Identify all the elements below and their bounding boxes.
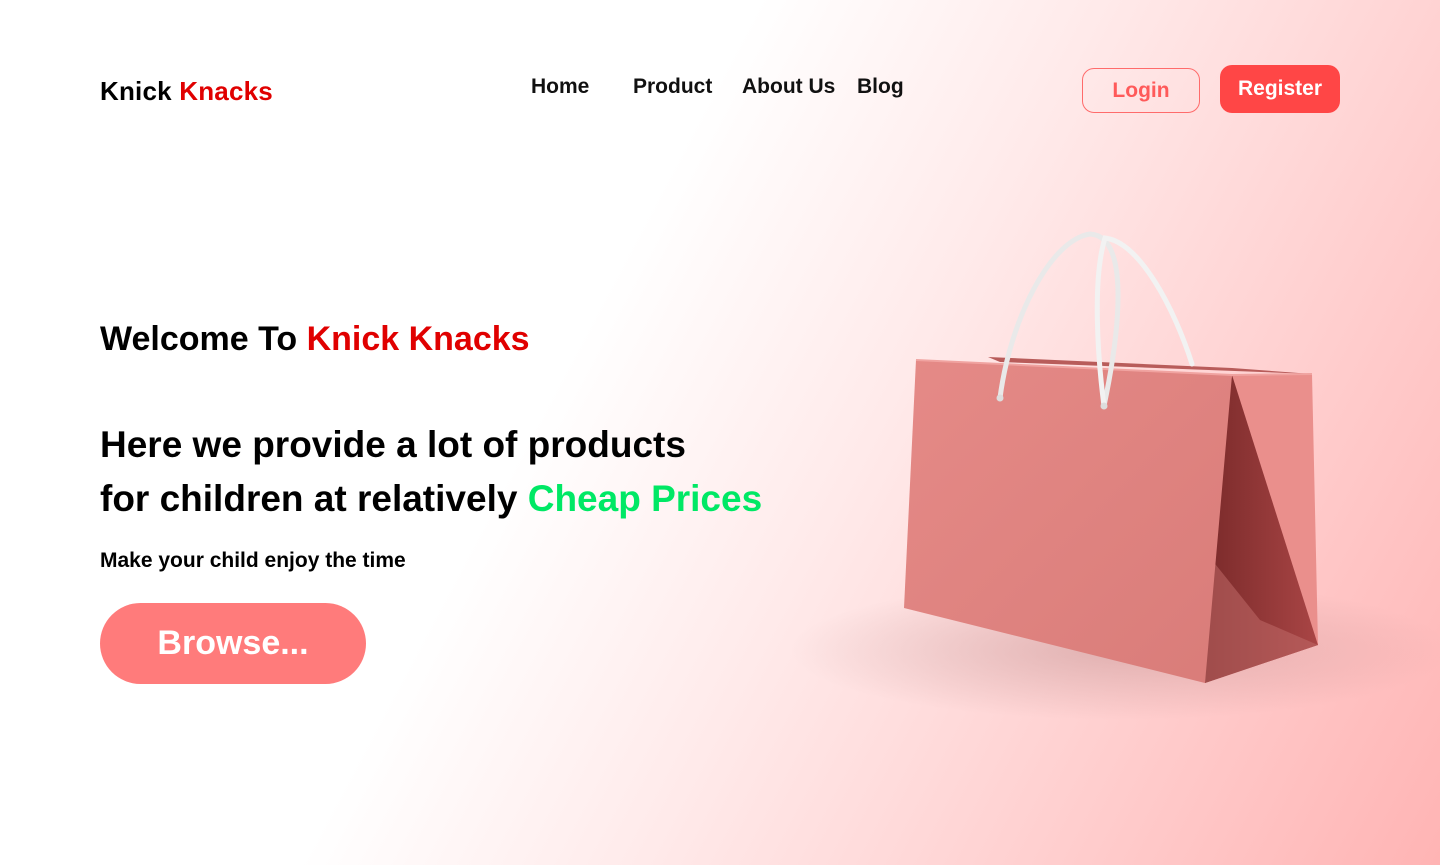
browse-button[interactable]: Browse... <box>100 603 366 684</box>
hero-headline: Here we provide a lot of products for ch… <box>100 418 860 526</box>
welcome-brand: Knick Knacks <box>306 320 530 358</box>
headline-line-2: for children at relatively Cheap Prices <box>100 472 860 526</box>
headline-line-2-text: for children at relatively <box>100 478 518 519</box>
shopping-bag-image <box>780 220 1440 720</box>
welcome-prefix: Welcome To <box>100 320 298 358</box>
login-button[interactable]: Login <box>1082 68 1200 113</box>
nav-item-product[interactable]: Product <box>633 75 712 99</box>
nav-item-home[interactable]: Home <box>531 75 589 99</box>
hero-subtext: Make your child enjoy the time <box>100 549 406 572</box>
register-button[interactable]: Register <box>1220 65 1340 113</box>
nav-item-blog[interactable]: Blog <box>857 75 904 99</box>
headline-highlight: Cheap Prices <box>527 478 763 519</box>
shopping-bag-icon <box>790 231 1440 720</box>
welcome-heading: Welcome To Knick Knacks <box>100 320 530 359</box>
headline-line-1: Here we provide a lot of products <box>100 424 686 465</box>
nav-item-about-us[interactable]: About Us <box>742 75 835 99</box>
